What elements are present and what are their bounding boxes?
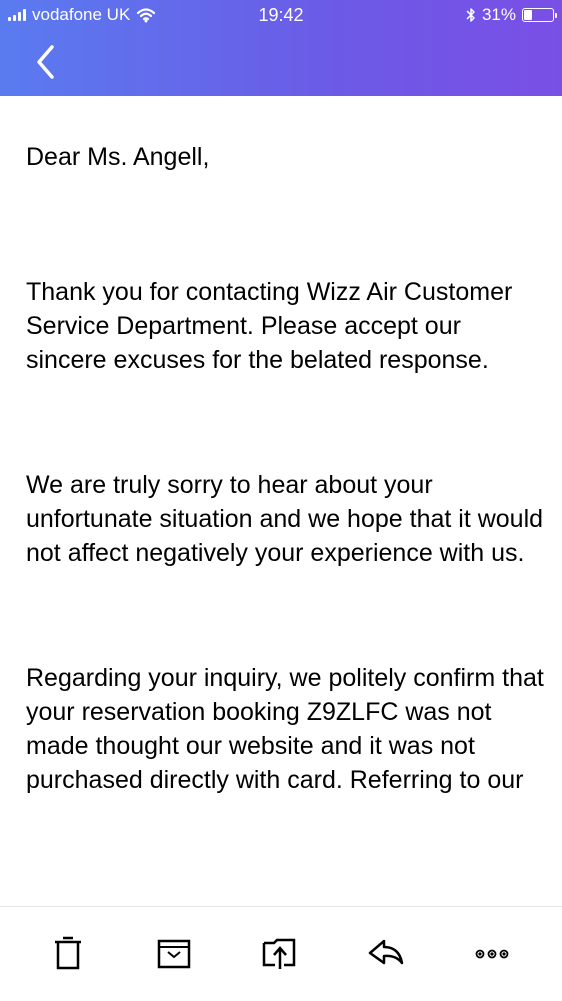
trash-button[interactable] xyxy=(50,933,90,973)
more-button[interactable] xyxy=(474,933,514,973)
archive-button[interactable] xyxy=(156,933,196,973)
status-right: 31% xyxy=(466,5,557,25)
trash-icon xyxy=(55,936,81,970)
back-button[interactable] xyxy=(32,44,60,80)
battery-fill xyxy=(524,10,533,20)
reply-icon xyxy=(368,939,404,965)
header-bar: vodafone UK 19:42 31% xyxy=(0,0,562,96)
bottom-toolbar xyxy=(0,906,562,1001)
chevron-left-icon xyxy=(37,45,54,79)
email-body: Dear Ms. Angell, Thank you for contactin… xyxy=(26,140,546,797)
email-greeting: Dear Ms. Angell, xyxy=(26,143,210,171)
email-paragraph: Regarding your inquiry, we politely conf… xyxy=(26,664,544,794)
status-bar: vodafone UK 19:42 31% xyxy=(0,0,562,32)
more-icon xyxy=(475,949,509,959)
bluetooth-icon xyxy=(466,8,475,22)
email-paragraph: We are truly sorry to hear about your un… xyxy=(26,471,544,567)
email-paragraph: Thank you for contacting Wizz Air Custom… xyxy=(26,278,513,374)
move-icon xyxy=(262,938,296,969)
reply-button[interactable] xyxy=(366,933,406,973)
battery-percent: 31% xyxy=(481,5,516,24)
battery-icon xyxy=(522,8,557,22)
move-button[interactable] xyxy=(262,933,302,973)
archive-icon xyxy=(157,939,191,969)
